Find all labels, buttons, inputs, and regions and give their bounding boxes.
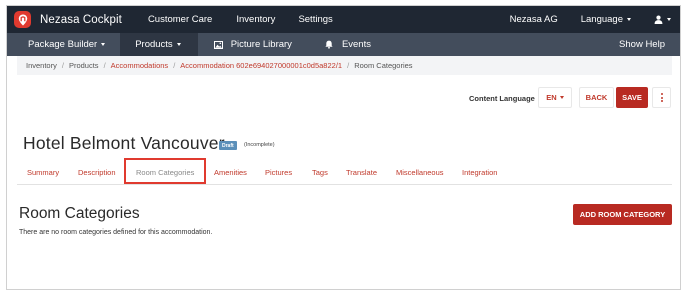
content-language-select[interactable]: EN <box>538 87 572 108</box>
tab-room-categories[interactable]: Room Categories <box>136 168 194 177</box>
breadcrumb: Inventory / Products / Accommodations / … <box>17 56 672 75</box>
page-title: Hotel Belmont Vancouver <box>23 133 225 153</box>
tab-tags[interactable]: Tags <box>312 168 328 177</box>
breadcrumb-separator: / <box>347 61 350 70</box>
nav-customer-care[interactable]: Customer Care <box>148 14 212 25</box>
breadcrumb-accommodation-id[interactable]: Accommodation 602e694027000001c0d5a822/1 <box>180 61 342 70</box>
nav-picture-library-label: Picture Library <box>230 39 292 50</box>
chevron-down-icon <box>667 18 671 21</box>
top-navbar: Nezasa Cockpit Customer Care Inventory S… <box>7 6 680 33</box>
image-icon <box>213 40 223 49</box>
nav-package-builder-label: Package Builder <box>28 39 98 50</box>
content-language-label: Content Language <box>469 94 535 103</box>
breadcrumb-separator: / <box>61 61 64 70</box>
back-button[interactable]: BACK <box>579 87 614 108</box>
brand-name[interactable]: Nezasa Cockpit <box>40 14 122 26</box>
user-icon <box>654 15 663 24</box>
chevron-down-icon <box>101 43 106 46</box>
show-help-link[interactable]: Show Help <box>619 39 665 50</box>
tab-bar: Summary Description Room Categories Amen… <box>17 158 672 185</box>
nav-settings[interactable]: Settings <box>298 14 332 25</box>
breadcrumb-accommodations[interactable]: Accommodations <box>111 61 169 70</box>
tab-description[interactable]: Description <box>78 168 116 177</box>
breadcrumb-inventory[interactable]: Inventory <box>26 61 57 70</box>
breadcrumb-current: Room Categories <box>354 61 413 70</box>
nav-products-label: Products <box>135 39 173 50</box>
nav-products[interactable]: Products <box>120 33 198 56</box>
tab-miscellaneous[interactable]: Miscellaneous <box>396 168 444 177</box>
chevron-down-icon <box>176 43 181 46</box>
more-options-button[interactable] <box>652 87 671 108</box>
tab-amenities[interactable]: Amenities <box>214 168 247 177</box>
status-badge: Draft <box>219 141 237 150</box>
nav-events-label: Events <box>341 39 371 50</box>
tab-pictures[interactable]: Pictures <box>265 168 292 177</box>
module-navbar: Package Builder Products Picture Library… <box>7 33 680 56</box>
user-menu[interactable] <box>654 15 671 24</box>
content-language-value: EN <box>546 93 557 102</box>
nav-package-builder[interactable]: Package Builder <box>7 33 120 56</box>
nav-events[interactable]: Events <box>292 33 371 56</box>
add-room-category-button[interactable]: ADD ROOM CATEGORY <box>573 204 672 225</box>
chevron-down-icon <box>559 96 564 99</box>
tab-translate[interactable]: Translate <box>346 168 377 177</box>
language-menu[interactable]: Language <box>581 14 631 25</box>
nezasa-logo-icon[interactable] <box>14 11 31 28</box>
save-button[interactable]: SAVE <box>616 87 648 108</box>
breadcrumb-separator: / <box>173 61 176 70</box>
empty-state-text: There are no room categories defined for… <box>19 229 213 236</box>
top-right-group: Nezasa AG Language <box>510 14 680 25</box>
more-vertical-icon <box>660 93 663 102</box>
breadcrumb-separator: / <box>103 61 106 70</box>
company-name[interactable]: Nezasa AG <box>510 14 558 25</box>
completion-status: (Incomplete) <box>244 142 275 148</box>
tab-summary[interactable]: Summary <box>27 168 59 177</box>
nav-inventory[interactable]: Inventory <box>236 14 275 25</box>
bell-icon <box>325 40 333 49</box>
nav-picture-library[interactable]: Picture Library <box>198 33 292 56</box>
tab-integration[interactable]: Integration <box>462 168 497 177</box>
app-window: Nezasa Cockpit Customer Care Inventory S… <box>6 5 681 290</box>
breadcrumb-products[interactable]: Products <box>69 61 99 70</box>
language-menu-label: Language <box>580 14 623 25</box>
section-title: Room Categories <box>19 205 140 222</box>
chevron-down-icon <box>627 17 631 21</box>
